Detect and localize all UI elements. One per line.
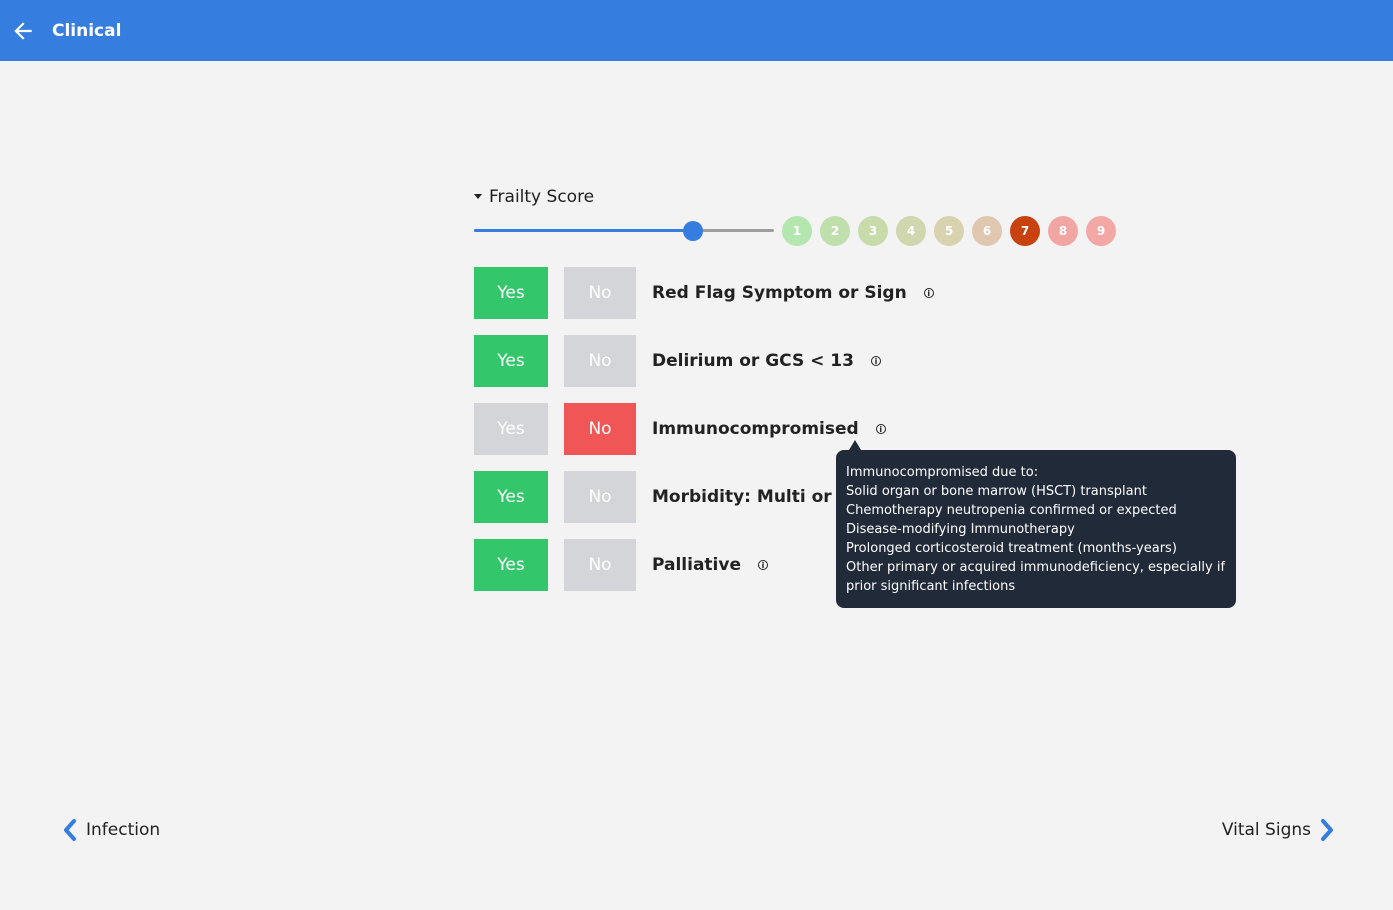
info-icon[interactable]: i bbox=[758, 560, 768, 570]
tooltip-line: Disease-modifying Immunotherapy bbox=[846, 522, 1075, 537]
yes-button[interactable]: Yes bbox=[474, 267, 548, 319]
immunocompromised-tooltip: Immunocompromised due to: Solid organ or … bbox=[836, 450, 1236, 608]
no-button[interactable]: No bbox=[564, 267, 636, 319]
frailty-score-6[interactable]: 6 bbox=[972, 216, 1002, 246]
frailty-score-8[interactable]: 8 bbox=[1048, 216, 1078, 246]
chevron-left-icon bbox=[64, 819, 76, 841]
question-row: Yes No Red Flag Symptom or Sign i bbox=[474, 267, 934, 319]
question-label: Palliative bbox=[652, 555, 741, 575]
caret-down-icon bbox=[474, 193, 482, 199]
question-row: Yes No Delirium or GCS < 13 i bbox=[474, 335, 881, 387]
question-label: Immunocompromised bbox=[652, 419, 859, 439]
back-button[interactable] bbox=[10, 18, 36, 44]
yes-button[interactable]: Yes bbox=[474, 539, 548, 591]
yes-button[interactable]: Yes bbox=[474, 403, 548, 455]
info-icon[interactable]: i bbox=[870, 356, 881, 366]
frailty-score-slider[interactable] bbox=[474, 221, 774, 241]
prev-section-link[interactable]: Infection bbox=[62, 818, 160, 842]
tooltip-line: Other primary or acquired immunodeficien… bbox=[846, 560, 1226, 594]
question-label: Red Flag Symptom or Sign bbox=[652, 283, 907, 303]
frailty-score-title: Frailty Score bbox=[489, 187, 595, 207]
next-section-link[interactable]: Vital Signs bbox=[1222, 818, 1335, 842]
frailty-score-2[interactable]: 2 bbox=[820, 216, 850, 246]
tooltip-line: Prolonged corticosteroid treatment (mont… bbox=[846, 541, 1177, 556]
tooltip-line: Chemotherapy neutropenia confirmed or ex… bbox=[846, 503, 1177, 518]
arrow-left-icon bbox=[14, 22, 32, 40]
slider-thumb[interactable] bbox=[683, 221, 703, 241]
yes-button[interactable]: Yes bbox=[474, 335, 548, 387]
frailty-score-9[interactable]: 9 bbox=[1086, 216, 1116, 246]
no-button[interactable]: No bbox=[564, 335, 636, 387]
no-button[interactable]: No bbox=[564, 403, 636, 455]
yes-button[interactable]: Yes bbox=[474, 471, 548, 523]
info-icon[interactable]: i bbox=[923, 288, 934, 298]
no-button[interactable]: No bbox=[564, 471, 636, 523]
question-label: Morbidity: Multi or Ad bbox=[652, 487, 863, 507]
page-title: Clinical bbox=[52, 21, 122, 41]
prev-section-label: Infection bbox=[86, 820, 161, 840]
frailty-score-options: 123456789 bbox=[782, 216, 1116, 246]
frailty-score-toggle[interactable]: Frailty Score bbox=[474, 186, 594, 208]
no-button[interactable]: No bbox=[564, 539, 636, 591]
question-row: Yes No Palliative i bbox=[474, 539, 768, 591]
info-icon[interactable]: i bbox=[875, 424, 886, 434]
tooltip-line: Solid organ or bone marrow (HSCT) transp… bbox=[846, 484, 1147, 499]
chevron-right-icon bbox=[1321, 819, 1333, 841]
question-label: Delirium or GCS < 13 bbox=[652, 351, 854, 371]
tooltip-arrow bbox=[849, 440, 861, 450]
tooltip-line: Immunocompromised due to: bbox=[846, 465, 1039, 480]
next-section-label: Vital Signs bbox=[1221, 820, 1311, 840]
question-row: YesNoMorbidity: Multi or Adi bbox=[474, 471, 863, 523]
frailty-score-5[interactable]: 5 bbox=[934, 216, 964, 246]
frailty-score-1[interactable]: 1 bbox=[782, 216, 812, 246]
frailty-score-3[interactable]: 3 bbox=[858, 216, 888, 246]
question-row: Yes No Immunocompromised i bbox=[474, 403, 886, 455]
app-header: Clinical bbox=[0, 0, 1393, 61]
frailty-score-7[interactable]: 7 bbox=[1010, 216, 1040, 246]
slider-fill bbox=[474, 229, 693, 232]
frailty-score-4[interactable]: 4 bbox=[896, 216, 926, 246]
